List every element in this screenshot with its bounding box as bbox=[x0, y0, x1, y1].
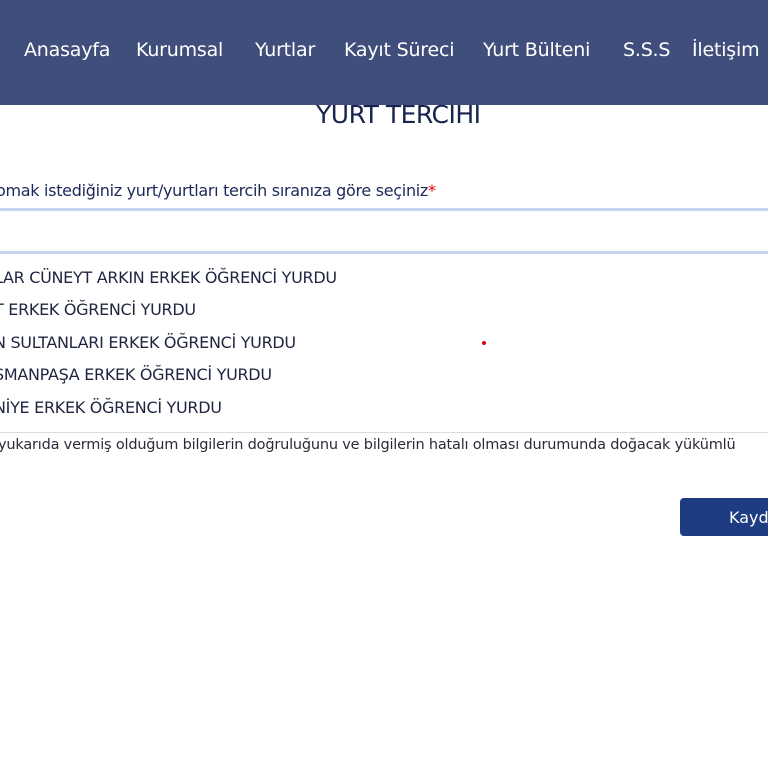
submit-button[interactable]: Kaydet bbox=[680, 498, 768, 536]
dorm-option[interactable]: N SULTANLARI ERKEK ÖĞRENCİ YURDU bbox=[0, 333, 296, 352]
nav-anasayfa[interactable]: Anasayfa bbox=[24, 39, 110, 61]
divider bbox=[0, 432, 768, 433]
nav-yurt-bulteni[interactable]: Yurt Bülteni bbox=[483, 39, 590, 61]
page-title: YURT TERCIHI bbox=[316, 100, 481, 129]
nav-kurumsal[interactable]: Kurumsal bbox=[136, 39, 223, 61]
dorm-search-input[interactable] bbox=[0, 208, 768, 254]
disclaimer-text: yukarıda vermiş olduğum bilgilerin doğru… bbox=[0, 437, 736, 453]
nav-yurtlar[interactable]: Yurtlar bbox=[255, 39, 315, 61]
nav-iletisim[interactable]: İletişim bbox=[692, 39, 760, 61]
nav-sss[interactable]: S.S.S bbox=[623, 39, 670, 61]
nav-kayit-sureci[interactable]: Kayıt Süreci bbox=[344, 39, 454, 61]
dorm-option[interactable]: T ERKEK ÖĞRENCİ YURDU bbox=[0, 300, 196, 319]
top-navigation: Anasayfa Kurumsal Yurtlar Kayıt Süreci Y… bbox=[0, 0, 768, 105]
dorm-option[interactable]: NİYE ERKEK ÖĞRENCİ YURDU bbox=[0, 398, 222, 417]
dorm-option[interactable]: LAR CÜNEYT ARKIN ERKEK ÖĞRENCİ YURDU bbox=[0, 268, 337, 287]
dorm-option[interactable]: SMANPAŞA ERKEK ÖĞRENCİ YURDU bbox=[0, 365, 272, 384]
preference-label: omak istediğiniz yurt/yurtları tercih sı… bbox=[0, 181, 436, 200]
preference-label-text: omak istediğiniz yurt/yurtları tercih sı… bbox=[0, 181, 429, 200]
required-mark: * bbox=[428, 181, 436, 200]
required-dot bbox=[482, 341, 486, 345]
